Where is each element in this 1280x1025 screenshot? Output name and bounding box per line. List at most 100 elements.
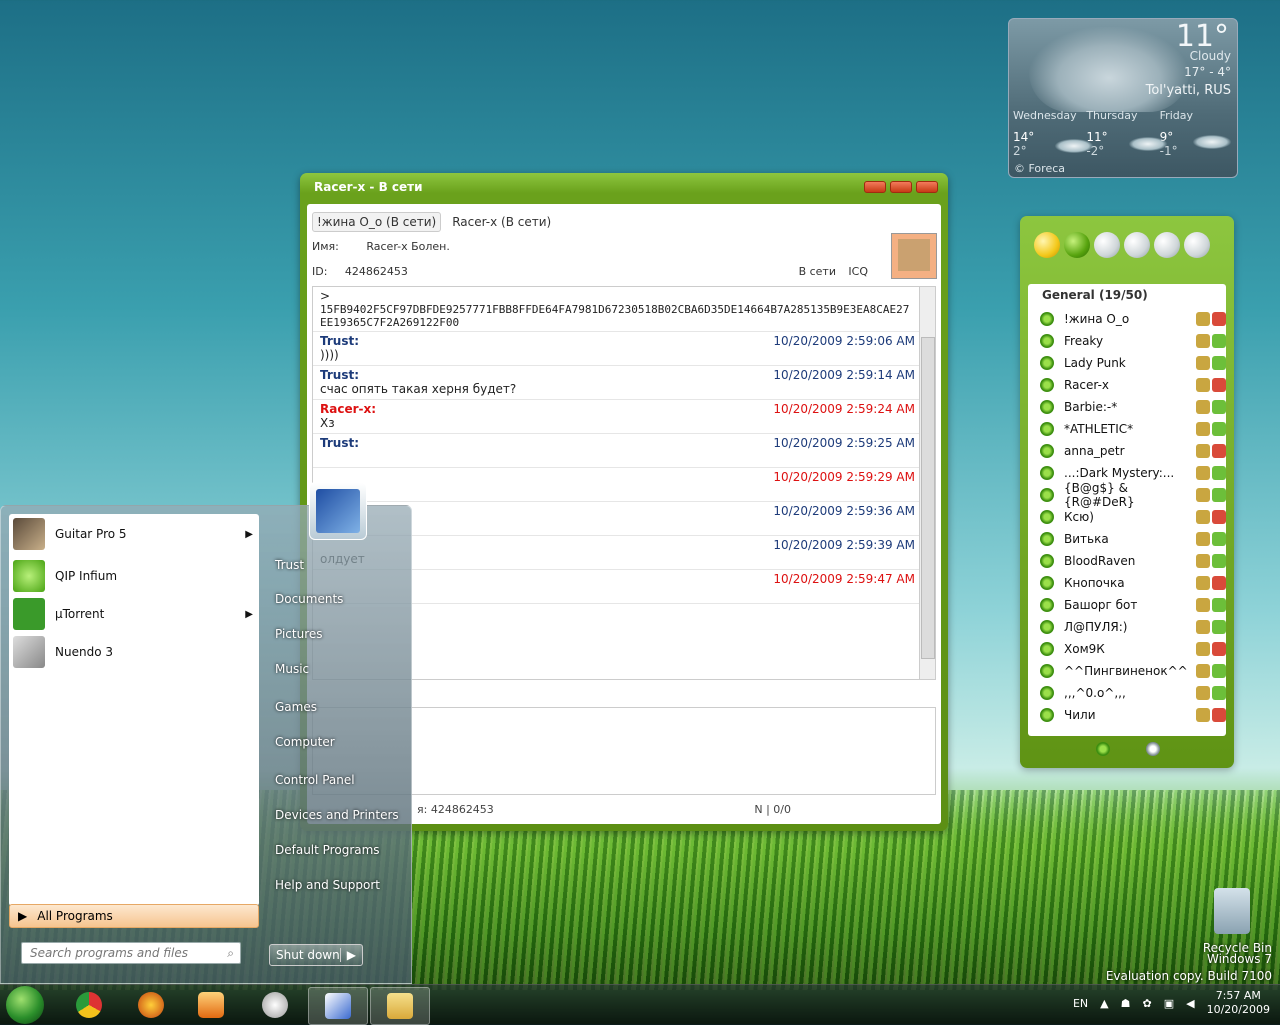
chat-icon[interactable]: [1154, 232, 1180, 258]
start-place-games[interactable]: Games: [275, 700, 317, 714]
taskbar-qip-chat[interactable]: [308, 987, 368, 1025]
language-indicator[interactable]: EN: [1073, 997, 1088, 1010]
online-status-icon: [1040, 642, 1054, 656]
show-hidden-icons-icon[interactable]: ▲: [1100, 997, 1108, 1010]
online-status-icon: [1040, 312, 1054, 326]
contact-status-icons: [1196, 400, 1226, 414]
contact-item[interactable]: Lady Punk: [1040, 352, 1226, 374]
user-picture[interactable]: [309, 482, 367, 540]
settings-icon[interactable]: [1094, 232, 1120, 258]
tray-app-icon[interactable]: ☗: [1121, 997, 1131, 1010]
start-place-computer[interactable]: Computer: [275, 735, 335, 749]
network-icon[interactable]: ▣: [1164, 997, 1174, 1010]
client-icon: [1212, 356, 1226, 370]
contact-item[interactable]: {B@g$} & {R@#DeR}: [1040, 481, 1226, 509]
search-icon[interactable]: [1146, 742, 1160, 756]
contact-item[interactable]: Л@ПУЛЯ:): [1040, 616, 1226, 638]
clock[interactable]: 7:57 AM 10/20/2009: [1207, 989, 1270, 1017]
maximize-button[interactable]: [890, 181, 912, 193]
weather-gadget[interactable]: 11° Cloudy 17° - 4° Tol'yatti, RUS Wedne…: [1008, 18, 1238, 178]
status-icon[interactable]: [1034, 232, 1060, 258]
contacts-icon[interactable]: [1124, 232, 1150, 258]
chat-tab[interactable]: Racer-x (В сети): [447, 212, 556, 232]
contact-id-row: ID: 424862453 В сети ICQ: [312, 265, 884, 278]
scrollbar[interactable]: [919, 287, 935, 679]
contact-item[interactable]: ^^Пингвиненок^^: [1040, 660, 1226, 682]
program-nuendo[interactable]: Nuendo 3: [13, 636, 253, 668]
online-status-icon: [1040, 444, 1054, 458]
message-item: Trust: 10/20/2009 2:59:25 AM: [313, 434, 935, 468]
id-value: 424862453: [344, 265, 408, 278]
taskbar-chrome[interactable]: [60, 987, 118, 1023]
app-icon: [138, 992, 164, 1018]
add-contact-icon[interactable]: [1064, 232, 1090, 258]
contact-item[interactable]: *ATHLETIC*: [1040, 418, 1226, 440]
minimize-button[interactable]: [864, 181, 886, 193]
contact-item[interactable]: ,,,^0.o^,,,: [1040, 682, 1226, 704]
start-place-pictures[interactable]: Pictures: [275, 627, 323, 641]
qip-icon: [13, 560, 45, 592]
search-icon[interactable]: ⌕: [227, 946, 234, 961]
contact-item[interactable]: Freaky: [1040, 330, 1226, 352]
message-text: [320, 484, 915, 499]
group-header[interactable]: General (19/50): [1042, 288, 1148, 302]
taskbar-media-player[interactable]: [182, 987, 240, 1023]
contact-name: ,,,^0.o^,,,: [1064, 686, 1126, 700]
program-utorrent[interactable]: µTorrent ▶: [13, 598, 253, 630]
taskbar-explorer[interactable]: [370, 987, 430, 1025]
contact-item[interactable]: Витька: [1040, 528, 1226, 550]
program-qip[interactable]: QIP Infium: [13, 560, 253, 592]
shutdown-options-arrow-icon[interactable]: ▶: [339, 948, 362, 962]
contact-item[interactable]: Чили: [1040, 704, 1226, 726]
contact-item[interactable]: Barbie:-*: [1040, 396, 1226, 418]
start-button[interactable]: [6, 986, 44, 1024]
contact-item[interactable]: !жина О_о: [1040, 308, 1226, 330]
recycle-bin-icon[interactable]: [1214, 888, 1250, 934]
contact-status-icons: [1196, 554, 1226, 568]
submenu-arrow-icon[interactable]: ▶: [245, 529, 253, 540]
start-place-help-and-support[interactable]: Help and Support: [275, 878, 380, 892]
contact-item[interactable]: Racer-x: [1040, 374, 1226, 396]
start-search-input[interactable]: Search programs and files ⌕: [21, 942, 241, 964]
weather-condition: Cloudy: [1189, 49, 1231, 63]
start-place-default-programs[interactable]: Default Programs: [275, 843, 380, 857]
clock-date: 10/20/2009: [1206, 1003, 1270, 1016]
contact-item[interactable]: anna_petr: [1040, 440, 1226, 462]
start-place-documents[interactable]: Documents: [275, 592, 343, 606]
chat-tab[interactable]: !жина О_о (В сети): [312, 212, 442, 232]
scrollbar-thumb[interactable]: [921, 337, 935, 659]
close-button[interactable]: [916, 181, 938, 193]
xstatus-icon: [1196, 664, 1210, 678]
qip-tray-icon[interactable]: ✿: [1143, 997, 1152, 1010]
xstatus-icon: [1196, 422, 1210, 436]
contact-item[interactable]: Кнопочка: [1040, 572, 1226, 594]
message-author: Trust:: [320, 436, 360, 450]
contact-item[interactable]: Ксю): [1040, 506, 1226, 528]
message-author: Racer-x:: [320, 402, 377, 416]
online-status-icon: [1040, 466, 1054, 480]
start-place-trust[interactable]: Trust: [275, 558, 304, 572]
online-status-icon: [1040, 620, 1054, 634]
contact-item[interactable]: Башорг бот: [1040, 594, 1226, 616]
volume-icon[interactable]: ◀: [1186, 997, 1194, 1010]
clock-time: 7:57 AM: [1215, 989, 1261, 1002]
avatar: [891, 233, 937, 279]
history-icon[interactable]: [1184, 232, 1210, 258]
contact-name: Башорг бот: [1064, 598, 1138, 612]
contact-item[interactable]: Хом9К: [1040, 638, 1226, 660]
all-programs-button[interactable]: ▶ All Programs: [9, 904, 259, 928]
start-menu[interactable]: Guitar Pro 5 ▶ QIP Infium µTorrent ▶ Nue…: [0, 482, 412, 984]
program-guitar-pro[interactable]: Guitar Pro 5 ▶: [13, 518, 253, 550]
utorrent-icon: [13, 598, 45, 630]
start-place-music[interactable]: Music: [275, 662, 309, 676]
taskbar-alien[interactable]: [246, 987, 304, 1023]
shutdown-button[interactable]: Shut down ▶: [269, 944, 363, 966]
contact-item[interactable]: BloodRaven: [1040, 550, 1226, 572]
taskbar-app[interactable]: [122, 987, 180, 1023]
submenu-arrow-icon[interactable]: ▶: [245, 609, 253, 620]
contact-list[interactable]: General (19/50) !жина О_о Freaky Lady Punk…: [1028, 284, 1226, 736]
start-place-devices-and-printers[interactable]: Devices and Printers: [275, 808, 399, 822]
qip-menu-icon[interactable]: [1096, 742, 1110, 756]
start-place-control-panel[interactable]: Control Panel: [275, 773, 355, 787]
contact-list-window[interactable]: General (19/50) !жина О_о Freaky Lady Punk…: [1020, 216, 1234, 768]
